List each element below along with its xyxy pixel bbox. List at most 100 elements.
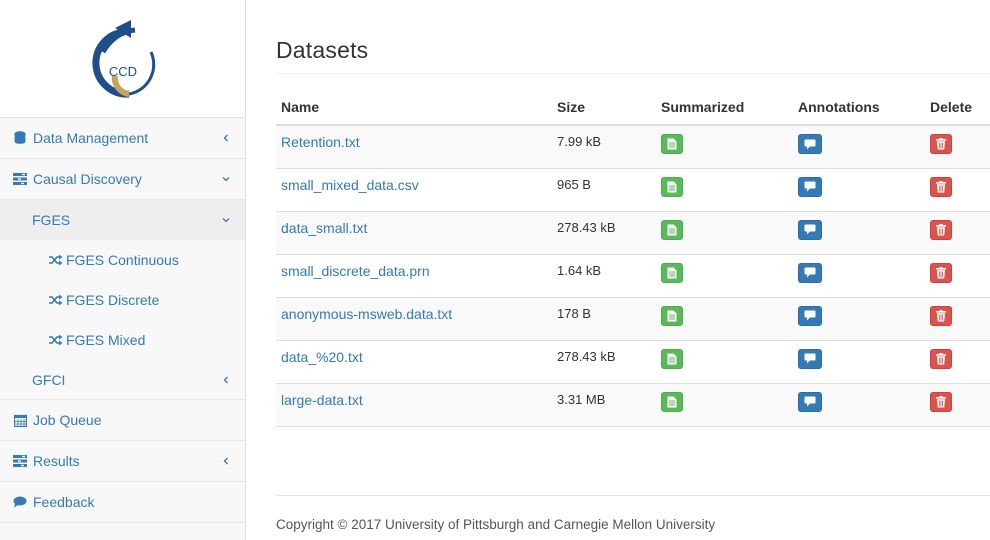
sidebar-item-label: Job Queue [33, 412, 102, 428]
sidebar-item-gfci[interactable]: GFCI [0, 360, 245, 400]
sidebar-item-label: Results [33, 453, 80, 469]
cell-delete [925, 340, 990, 384]
comment-icon [804, 181, 816, 192]
ccd-logo-icon: CCD [92, 19, 155, 98]
dataset-link[interactable]: data_%20.txt [281, 349, 363, 365]
summarize-button[interactable] [661, 134, 683, 154]
summarize-button[interactable] [661, 391, 683, 412]
delete-button[interactable] [930, 219, 952, 240]
annotations-button[interactable] [798, 348, 822, 369]
cell-name: large-data.txt [276, 383, 552, 427]
file-text-icon [667, 396, 677, 408]
footer-copyright: Copyright © 2017 University of Pittsburg… [276, 517, 716, 532]
chevron-down-icon [222, 177, 230, 182]
delete-button[interactable] [930, 305, 952, 326]
table-row: data_small.txt 278.43 kB [276, 211, 990, 255]
chevron-left-icon [223, 457, 228, 465]
cell-annotations [793, 168, 925, 212]
logo[interactable]: CCD [0, 0, 245, 118]
delete-button[interactable] [930, 134, 952, 154]
dataset-link[interactable]: Retention.txt [281, 134, 360, 150]
cell-annotations [793, 340, 925, 384]
table-header-row: Name Size Summarized Annotations Delete [276, 90, 990, 126]
cell-size: 7.99 kB [552, 125, 656, 169]
delete-button[interactable] [930, 176, 952, 197]
delete-button[interactable] [930, 262, 952, 283]
trash-icon [936, 395, 946, 408]
summarize-button[interactable] [661, 219, 683, 240]
sidebar-item-causal-discovery[interactable]: Causal Discovery [0, 159, 245, 200]
dataset-link[interactable]: small_mixed_data.csv [281, 177, 419, 193]
comment-icon [804, 310, 816, 321]
delete-button[interactable] [930, 348, 952, 369]
cell-delete [925, 254, 990, 298]
file-text-icon [667, 181, 677, 193]
sidebar-item-data-management[interactable]: Data Management [0, 118, 245, 159]
summarize-button[interactable] [661, 262, 683, 283]
tasks-icon [12, 172, 28, 186]
cell-delete [925, 297, 990, 341]
sidebar-item-label: GFCI [32, 371, 66, 388]
summarize-button[interactable] [661, 305, 683, 326]
annotations-button[interactable] [798, 134, 822, 154]
annotations-button[interactable] [798, 219, 822, 240]
page-title: Datasets [276, 37, 369, 63]
cell-summarized [656, 340, 793, 384]
sidebar-item-fges-discrete[interactable]: FGES Discrete [0, 280, 245, 320]
cell-summarized [656, 168, 793, 212]
annotations-button[interactable] [798, 262, 822, 283]
calendar-icon [12, 413, 28, 427]
column-header-name: Name [276, 90, 552, 126]
delete-button[interactable] [930, 391, 952, 412]
column-header-annotations: Annotations [793, 90, 925, 126]
dataset-link[interactable]: large-data.txt [281, 392, 363, 408]
cell-name: data_%20.txt [276, 340, 552, 384]
sidebar-item-label: FGES [32, 212, 71, 228]
sidebar-item-job-queue[interactable]: Job Queue [0, 400, 245, 441]
cell-name: small_mixed_data.csv [276, 168, 552, 212]
trash-icon [936, 223, 946, 236]
cell-name: small_discrete_data.prn [276, 254, 552, 298]
trash-icon [936, 352, 946, 365]
sidebar-item-results[interactable]: Results [0, 441, 245, 482]
column-header-delete: Delete [925, 90, 990, 126]
chevron-left-icon [223, 376, 228, 383]
divider [276, 73, 990, 74]
file-text-icon [667, 224, 677, 236]
sidebar-item-label: Data Management [33, 130, 149, 146]
sidebar-item-fges[interactable]: FGES [0, 200, 245, 240]
sidebar-item-label: FGES Discrete [66, 292, 160, 308]
cell-annotations [793, 211, 925, 255]
chevron-down-icon [222, 218, 230, 223]
annotations-button[interactable] [798, 176, 822, 197]
sidebar-item-feedback[interactable]: Feedback [0, 482, 245, 523]
sidebar-item-fges-continuous[interactable]: FGES Continuous [0, 240, 245, 280]
dataset-link[interactable]: data_small.txt [281, 220, 367, 236]
datasets-table: Name Size Summarized Annotations Delete … [276, 90, 990, 427]
annotations-button[interactable] [798, 391, 822, 412]
dataset-link[interactable]: small_discrete_data.prn [281, 263, 430, 279]
sidebar-item-label: Causal Discovery [33, 171, 142, 187]
annotations-button[interactable] [798, 305, 822, 326]
sidebar-item-label: FGES Mixed [66, 332, 146, 348]
cell-annotations [793, 383, 925, 427]
summarize-button[interactable] [661, 176, 683, 197]
cell-delete [925, 125, 990, 169]
sidebar-item-fges-mixed[interactable]: FGES Mixed [0, 320, 245, 360]
cell-summarized [656, 254, 793, 298]
cell-size: 3.31 MB [552, 383, 656, 427]
summarize-button[interactable] [661, 348, 683, 369]
chevron-left-icon [223, 134, 228, 142]
random-icon [49, 254, 63, 266]
cell-name: Retention.txt [276, 125, 552, 169]
table-row: small_discrete_data.prn 1.64 kB [276, 254, 990, 298]
trash-icon [936, 266, 946, 279]
table-row: data_%20.txt 278.43 kB [276, 340, 990, 384]
comment-icon [804, 267, 816, 278]
table-row: anonymous-msweb.data.txt 178 B [276, 297, 990, 341]
trash-icon [936, 138, 946, 150]
cell-delete [925, 168, 990, 212]
comment-icon [804, 353, 816, 364]
dataset-link[interactable]: anonymous-msweb.data.txt [281, 306, 452, 322]
comment-icon [804, 396, 816, 407]
